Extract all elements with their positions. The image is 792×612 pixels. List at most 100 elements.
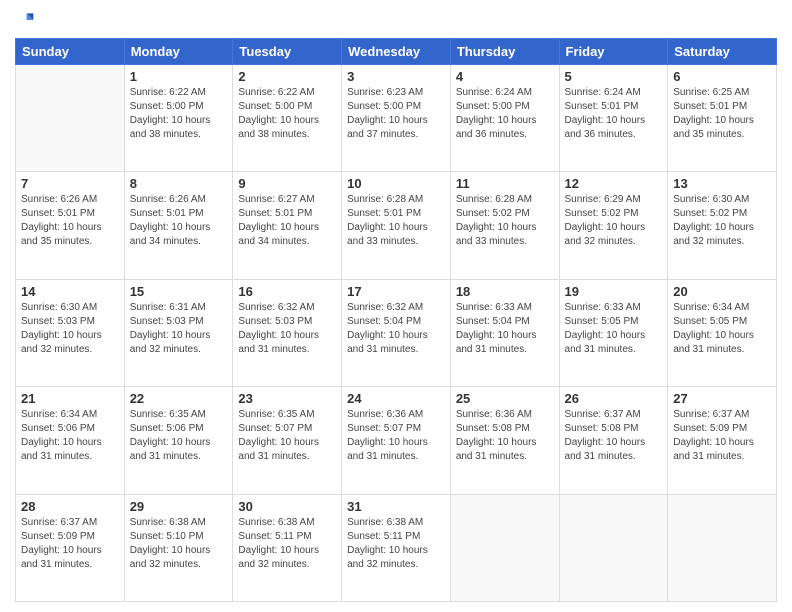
day-number: 17 (347, 284, 445, 299)
day-number: 12 (565, 176, 663, 191)
calendar-cell: 7 Sunrise: 6:26 AM Sunset: 5:01 PM Daylig… (16, 172, 125, 279)
day-number: 24 (347, 391, 445, 406)
calendar-cell: 16 Sunrise: 6:32 AM Sunset: 5:03 PM Dayli… (233, 279, 342, 386)
day-info: Sunrise: 6:38 AM Sunset: 5:10 PM Dayligh… (130, 516, 228, 572)
day-number: 1 (130, 69, 228, 84)
day-info: Sunrise: 6:37 AM Sunset: 5:08 PM Dayligh… (565, 408, 663, 464)
page: SundayMondayTuesdayWednesdayThursdayFrid… (0, 0, 792, 612)
day-number: 29 (130, 499, 228, 514)
day-info: Sunrise: 6:26 AM Sunset: 5:01 PM Dayligh… (130, 193, 228, 249)
week-row-2: 7 Sunrise: 6:26 AM Sunset: 5:01 PM Daylig… (16, 172, 777, 279)
calendar-cell: 12 Sunrise: 6:29 AM Sunset: 5:02 PM Dayli… (559, 172, 668, 279)
day-info: Sunrise: 6:38 AM Sunset: 5:11 PM Dayligh… (347, 516, 445, 572)
day-info: Sunrise: 6:32 AM Sunset: 5:04 PM Dayligh… (347, 301, 445, 357)
logo (15, 10, 39, 30)
weekday-header-wednesday: Wednesday (342, 39, 451, 65)
calendar-cell: 4 Sunrise: 6:24 AM Sunset: 5:00 PM Daylig… (450, 65, 559, 172)
day-info: Sunrise: 6:35 AM Sunset: 5:07 PM Dayligh… (238, 408, 336, 464)
day-info: Sunrise: 6:22 AM Sunset: 5:00 PM Dayligh… (130, 86, 228, 142)
day-number: 23 (238, 391, 336, 406)
calendar-cell: 23 Sunrise: 6:35 AM Sunset: 5:07 PM Dayli… (233, 387, 342, 494)
calendar-cell: 11 Sunrise: 6:28 AM Sunset: 5:02 PM Dayli… (450, 172, 559, 279)
calendar-cell: 25 Sunrise: 6:36 AM Sunset: 5:08 PM Dayli… (450, 387, 559, 494)
calendar-cell: 19 Sunrise: 6:33 AM Sunset: 5:05 PM Dayli… (559, 279, 668, 386)
calendar-cell: 21Sunrise: 6:34 AM Sunset: 5:06 PM Dayli… (16, 387, 125, 494)
calendar-cell: 2 Sunrise: 6:22 AM Sunset: 5:00 PM Daylig… (233, 65, 342, 172)
weekday-header-saturday: Saturday (668, 39, 777, 65)
calendar-cell: 18 Sunrise: 6:33 AM Sunset: 5:04 PM Dayli… (450, 279, 559, 386)
day-number: 4 (456, 69, 554, 84)
day-info: Sunrise: 6:27 AM Sunset: 5:01 PM Dayligh… (238, 193, 336, 249)
day-number: 14 (21, 284, 119, 299)
calendar-cell (16, 65, 125, 172)
day-info: Sunrise: 6:32 AM Sunset: 5:03 PM Dayligh… (238, 301, 336, 357)
day-number: 22 (130, 391, 228, 406)
day-number: 2 (238, 69, 336, 84)
week-row-1: 1 Sunrise: 6:22 AM Sunset: 5:00 PM Daylig… (16, 65, 777, 172)
weekday-header-friday: Friday (559, 39, 668, 65)
day-info: Sunrise: 6:37 AM Sunset: 5:09 PM Dayligh… (21, 516, 119, 572)
day-info: Sunrise: 6:36 AM Sunset: 5:08 PM Dayligh… (456, 408, 554, 464)
calendar-cell: 29 Sunrise: 6:38 AM Sunset: 5:10 PM Dayli… (124, 494, 233, 601)
day-info: Sunrise: 6:22 AM Sunset: 5:00 PM Dayligh… (238, 86, 336, 142)
calendar-cell: 22Sunrise: 6:35 AM Sunset: 5:06 PM Dayli… (124, 387, 233, 494)
day-info: Sunrise: 6:24 AM Sunset: 5:01 PM Dayligh… (565, 86, 663, 142)
calendar-cell: 3 Sunrise: 6:23 AM Sunset: 5:00 PM Daylig… (342, 65, 451, 172)
day-number: 20 (673, 284, 771, 299)
calendar-cell (668, 494, 777, 601)
calendar-cell: 5 Sunrise: 6:24 AM Sunset: 5:01 PM Daylig… (559, 65, 668, 172)
day-number: 6 (673, 69, 771, 84)
calendar-cell (450, 494, 559, 601)
weekday-header-thursday: Thursday (450, 39, 559, 65)
day-number: 5 (565, 69, 663, 84)
day-info: Sunrise: 6:33 AM Sunset: 5:04 PM Dayligh… (456, 301, 554, 357)
calendar-cell: 9 Sunrise: 6:27 AM Sunset: 5:01 PM Daylig… (233, 172, 342, 279)
calendar-cell (559, 494, 668, 601)
day-info: Sunrise: 6:26 AM Sunset: 5:01 PM Dayligh… (21, 193, 119, 249)
calendar-cell: 26Sunrise: 6:37 AM Sunset: 5:08 PM Dayli… (559, 387, 668, 494)
day-info: Sunrise: 6:33 AM Sunset: 5:05 PM Dayligh… (565, 301, 663, 357)
day-number: 16 (238, 284, 336, 299)
day-info: Sunrise: 6:34 AM Sunset: 5:06 PM Dayligh… (21, 408, 119, 464)
day-number: 3 (347, 69, 445, 84)
logo-icon (15, 10, 35, 30)
calendar-cell: 14 Sunrise: 6:30 AM Sunset: 5:03 PM Dayli… (16, 279, 125, 386)
day-info: Sunrise: 6:31 AM Sunset: 5:03 PM Dayligh… (130, 301, 228, 357)
calendar-cell: 6Sunrise: 6:25 AM Sunset: 5:01 PM Daylig… (668, 65, 777, 172)
calendar-cell: 15 Sunrise: 6:31 AM Sunset: 5:03 PM Dayli… (124, 279, 233, 386)
day-info: Sunrise: 6:30 AM Sunset: 5:03 PM Dayligh… (21, 301, 119, 357)
calendar-cell: 13 Sunrise: 6:30 AM Sunset: 5:02 PM Dayli… (668, 172, 777, 279)
day-info: Sunrise: 6:37 AM Sunset: 5:09 PM Dayligh… (673, 408, 771, 464)
day-number: 13 (673, 176, 771, 191)
day-number: 10 (347, 176, 445, 191)
week-row-4: 21Sunrise: 6:34 AM Sunset: 5:06 PM Dayli… (16, 387, 777, 494)
day-info: Sunrise: 6:28 AM Sunset: 5:01 PM Dayligh… (347, 193, 445, 249)
calendar-cell: 31 Sunrise: 6:38 AM Sunset: 5:11 PM Dayli… (342, 494, 451, 601)
weekday-header-tuesday: Tuesday (233, 39, 342, 65)
week-row-3: 14 Sunrise: 6:30 AM Sunset: 5:03 PM Dayli… (16, 279, 777, 386)
day-number: 11 (456, 176, 554, 191)
day-number: 27 (673, 391, 771, 406)
day-info: Sunrise: 6:30 AM Sunset: 5:02 PM Dayligh… (673, 193, 771, 249)
day-info: Sunrise: 6:23 AM Sunset: 5:00 PM Dayligh… (347, 86, 445, 142)
day-info: Sunrise: 6:29 AM Sunset: 5:02 PM Dayligh… (565, 193, 663, 249)
calendar-cell: 17 Sunrise: 6:32 AM Sunset: 5:04 PM Dayli… (342, 279, 451, 386)
calendar-cell: 1 Sunrise: 6:22 AM Sunset: 5:00 PM Daylig… (124, 65, 233, 172)
calendar-table: SundayMondayTuesdayWednesdayThursdayFrid… (15, 38, 777, 602)
calendar-cell: 8 Sunrise: 6:26 AM Sunset: 5:01 PM Daylig… (124, 172, 233, 279)
day-number: 18 (456, 284, 554, 299)
day-number: 31 (347, 499, 445, 514)
header (15, 10, 777, 30)
day-info: Sunrise: 6:38 AM Sunset: 5:11 PM Dayligh… (238, 516, 336, 572)
day-number: 19 (565, 284, 663, 299)
day-info: Sunrise: 6:36 AM Sunset: 5:07 PM Dayligh… (347, 408, 445, 464)
day-number: 8 (130, 176, 228, 191)
day-number: 25 (456, 391, 554, 406)
day-info: Sunrise: 6:24 AM Sunset: 5:00 PM Dayligh… (456, 86, 554, 142)
day-info: Sunrise: 6:28 AM Sunset: 5:02 PM Dayligh… (456, 193, 554, 249)
day-number: 9 (238, 176, 336, 191)
weekday-header-row: SundayMondayTuesdayWednesdayThursdayFrid… (16, 39, 777, 65)
day-number: 7 (21, 176, 119, 191)
day-number: 15 (130, 284, 228, 299)
weekday-header-monday: Monday (124, 39, 233, 65)
